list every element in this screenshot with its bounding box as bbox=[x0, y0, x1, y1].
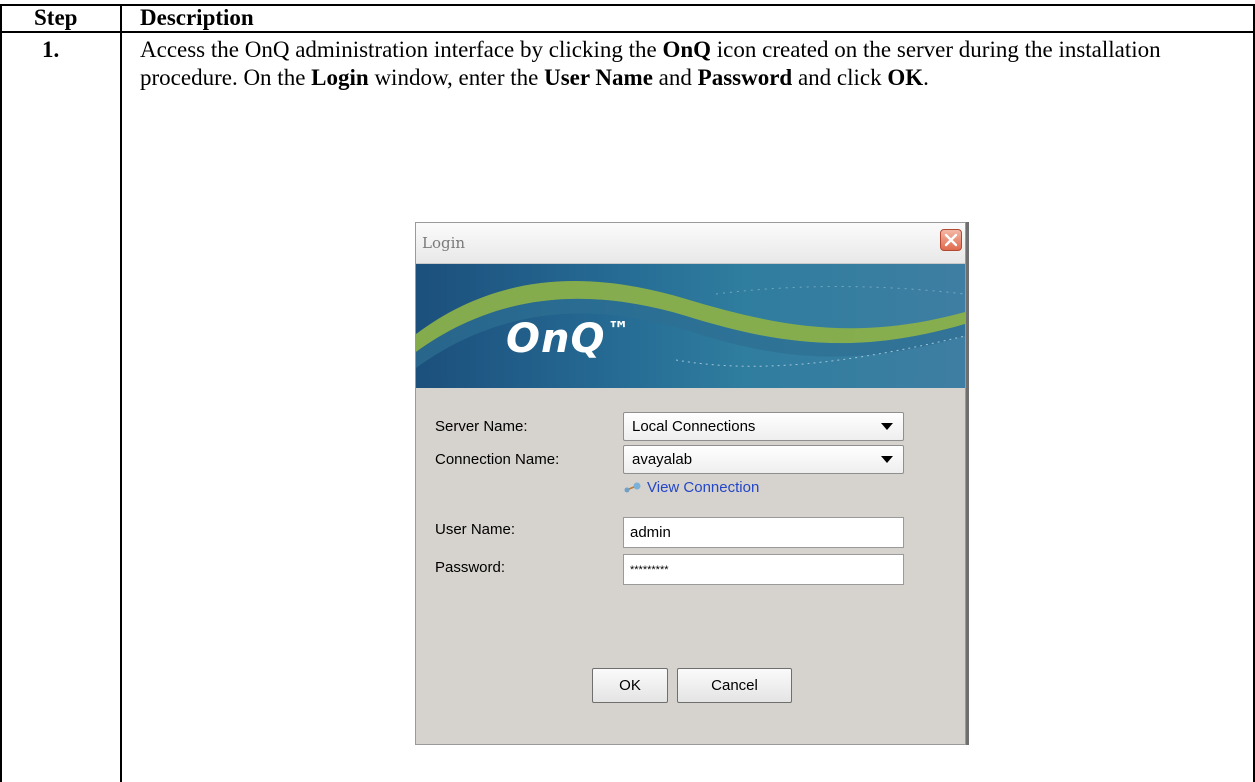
chevron-down-icon bbox=[881, 456, 893, 463]
connection-name-value: avayalab bbox=[632, 451, 693, 468]
table-left-border bbox=[0, 4, 2, 782]
user-name-label: User Name: bbox=[435, 521, 516, 538]
cancel-button[interactable]: Cancel bbox=[677, 668, 792, 703]
connection-icon bbox=[624, 482, 641, 493]
password-value: ********* bbox=[630, 564, 669, 576]
dialog-titlebar[interactable]: Login bbox=[416, 223, 965, 264]
server-name-select[interactable]: Local Connections bbox=[623, 412, 904, 441]
password-input[interactable]: ********* bbox=[623, 554, 904, 585]
step-description: Access the OnQ administration interface … bbox=[140, 37, 1161, 90]
password-label: Password: bbox=[435, 559, 506, 576]
dialog-shadow bbox=[966, 222, 969, 745]
close-icon bbox=[944, 233, 958, 247]
user-name-input[interactable]: admin bbox=[623, 517, 904, 548]
server-name-value: Local Connections bbox=[632, 418, 756, 435]
row-step-number: 1. bbox=[42, 37, 60, 62]
view-connection-label: View Connection bbox=[647, 479, 760, 496]
header-step: Step bbox=[34, 5, 78, 30]
header-description: Description bbox=[140, 5, 254, 30]
banner-wave-graphic bbox=[416, 281, 965, 368]
column-divider bbox=[120, 4, 122, 782]
server-name-label: Server Name: bbox=[435, 418, 528, 435]
user-name-value: admin bbox=[630, 524, 671, 541]
chevron-down-icon bbox=[881, 423, 893, 430]
dialog-title: Login bbox=[422, 234, 466, 252]
login-dialog: Login OnQ™ Server Name: Local Connection… bbox=[415, 222, 966, 745]
onq-banner: OnQ™ bbox=[416, 264, 965, 388]
ok-button[interactable]: OK bbox=[592, 668, 668, 703]
onq-logo: OnQ™ bbox=[506, 316, 631, 362]
connection-name-label: Connection Name: bbox=[435, 451, 560, 468]
connection-name-select[interactable]: avayalab bbox=[623, 445, 904, 474]
close-button[interactable] bbox=[940, 229, 962, 251]
